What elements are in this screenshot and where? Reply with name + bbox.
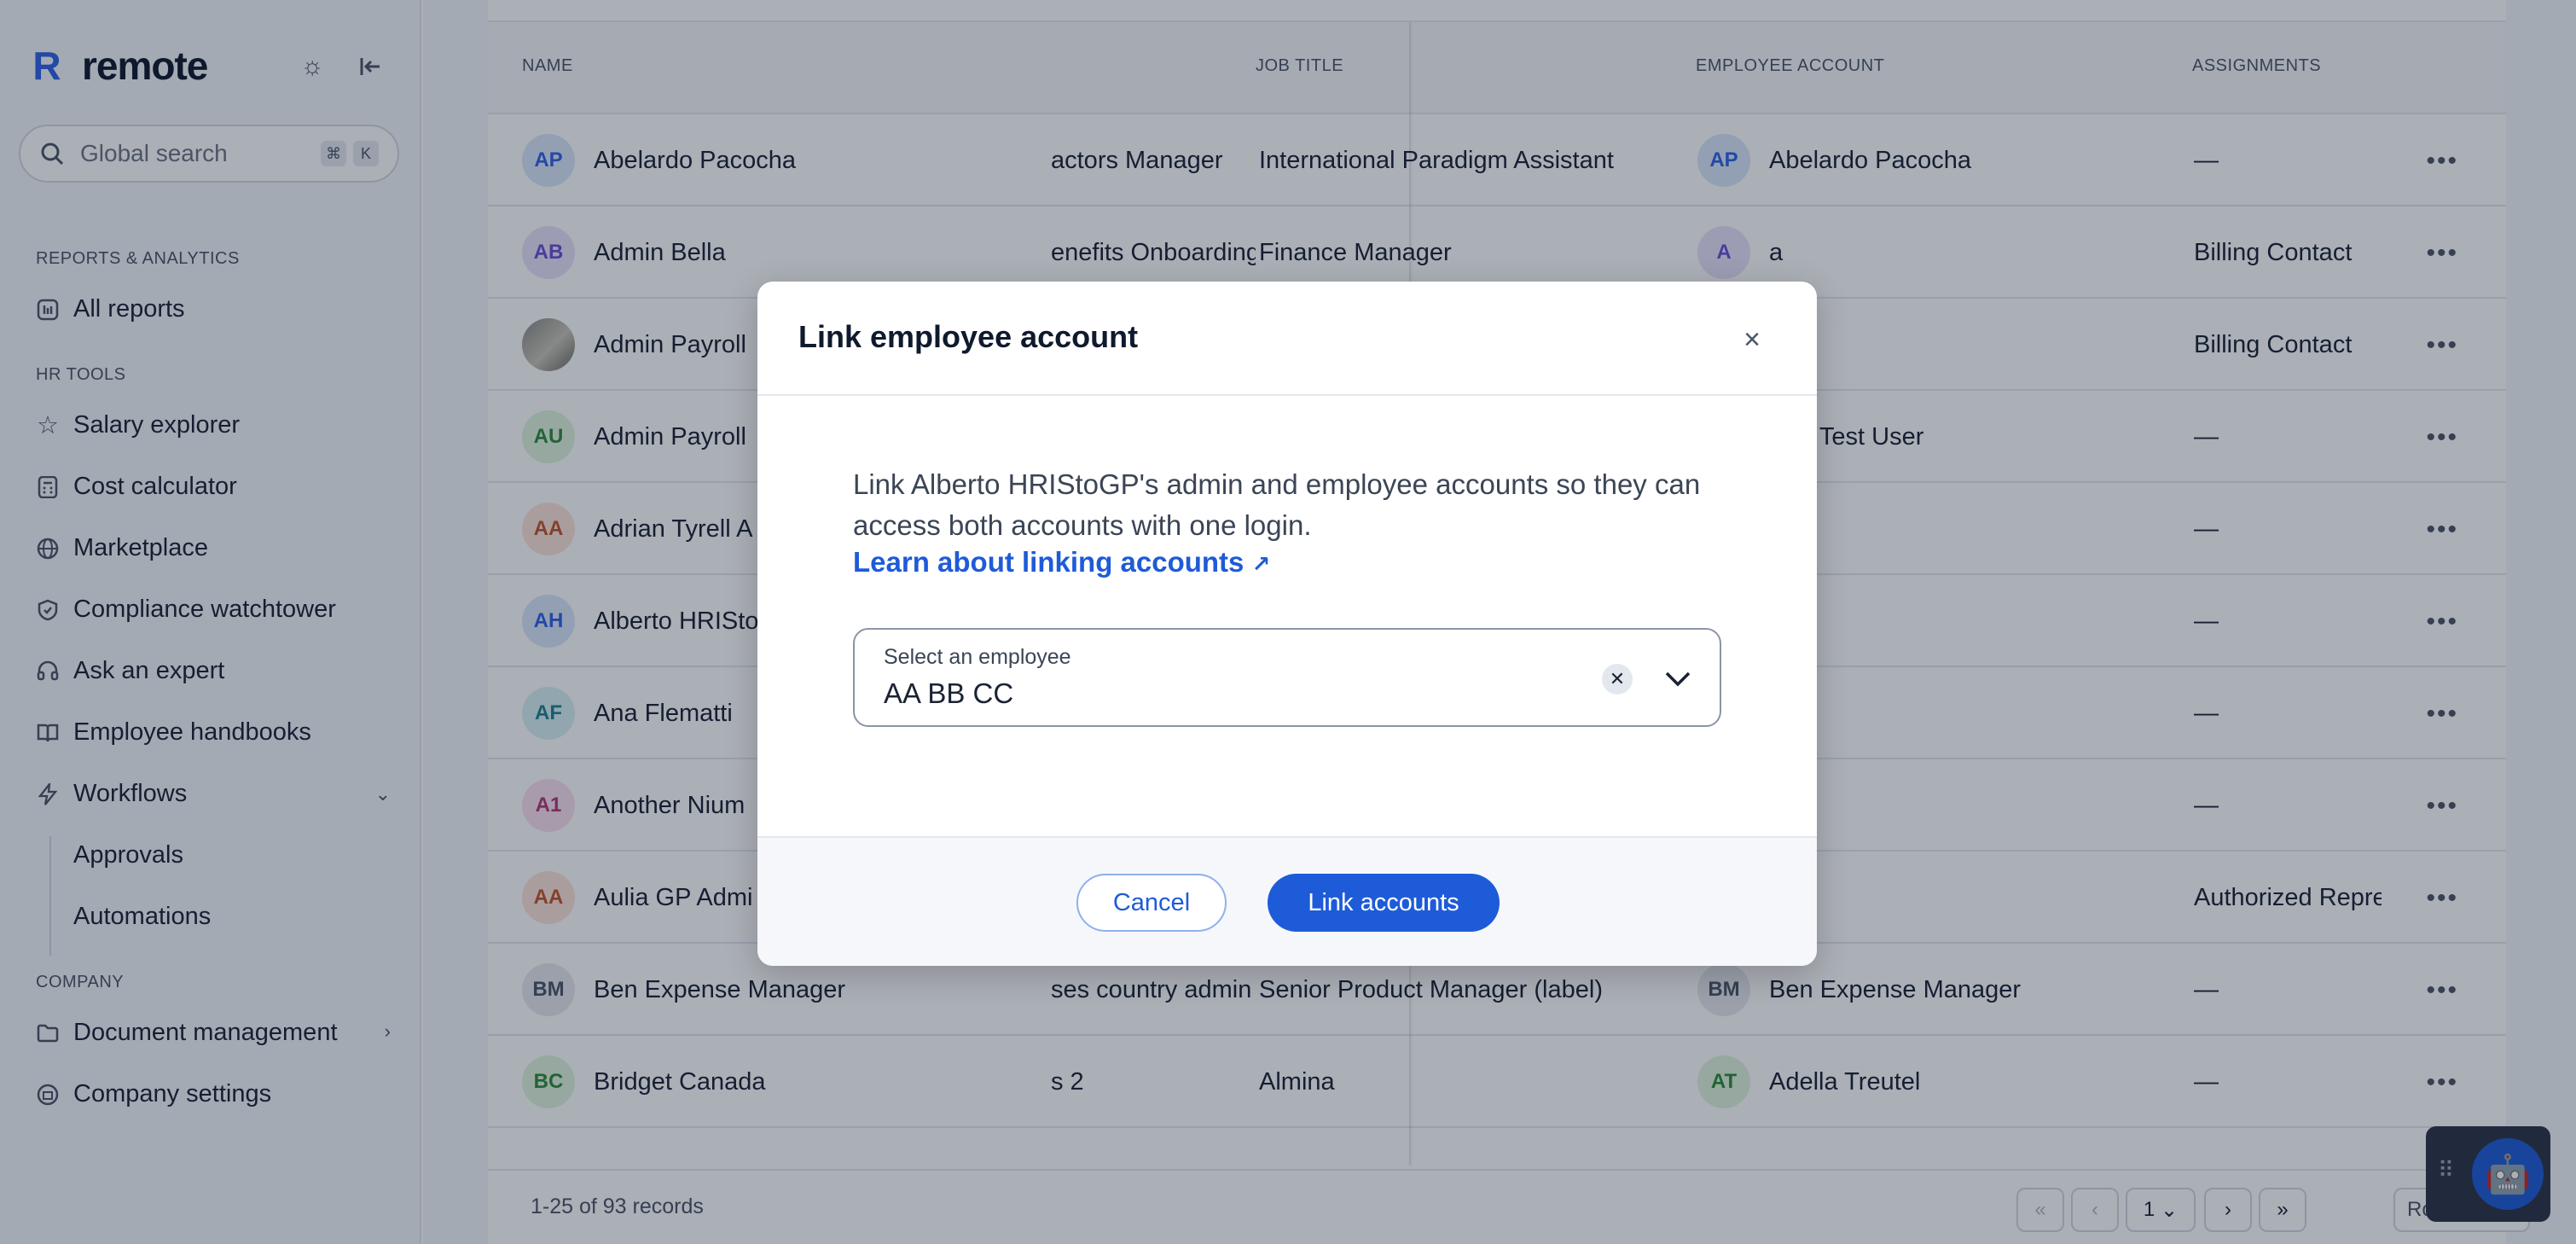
link-employee-account-dialog: Link employee account × Link Alberto HRI… bbox=[757, 282, 1817, 966]
link-accounts-button[interactable]: Link accounts bbox=[1268, 874, 1500, 932]
dialog-title: Link employee account bbox=[798, 319, 1139, 354]
employee-select[interactable]: Select an employee AA BB CC ✕ bbox=[853, 628, 1721, 727]
close-icon[interactable]: × bbox=[1735, 323, 1769, 357]
dialog-footer: Cancel Link accounts bbox=[757, 836, 1817, 966]
learn-more-link-text: Learn about linking accounts bbox=[853, 546, 1244, 578]
learn-more-link[interactable]: Learn about linking accounts ↗ bbox=[853, 546, 1270, 578]
external-link-icon: ↗ bbox=[1251, 551, 1271, 577]
chevron-down-icon[interactable] bbox=[1656, 659, 1699, 700]
cancel-button[interactable]: Cancel bbox=[1076, 874, 1227, 932]
dialog-header: Link employee account × bbox=[757, 282, 1817, 396]
select-label: Select an employee bbox=[884, 645, 1071, 669]
dialog-description: Link Alberto HRIStoGP's admin and employ… bbox=[853, 468, 1701, 541]
select-value: AA BB CC bbox=[884, 677, 1014, 709]
clear-selection-icon[interactable]: ✕ bbox=[1602, 664, 1633, 695]
